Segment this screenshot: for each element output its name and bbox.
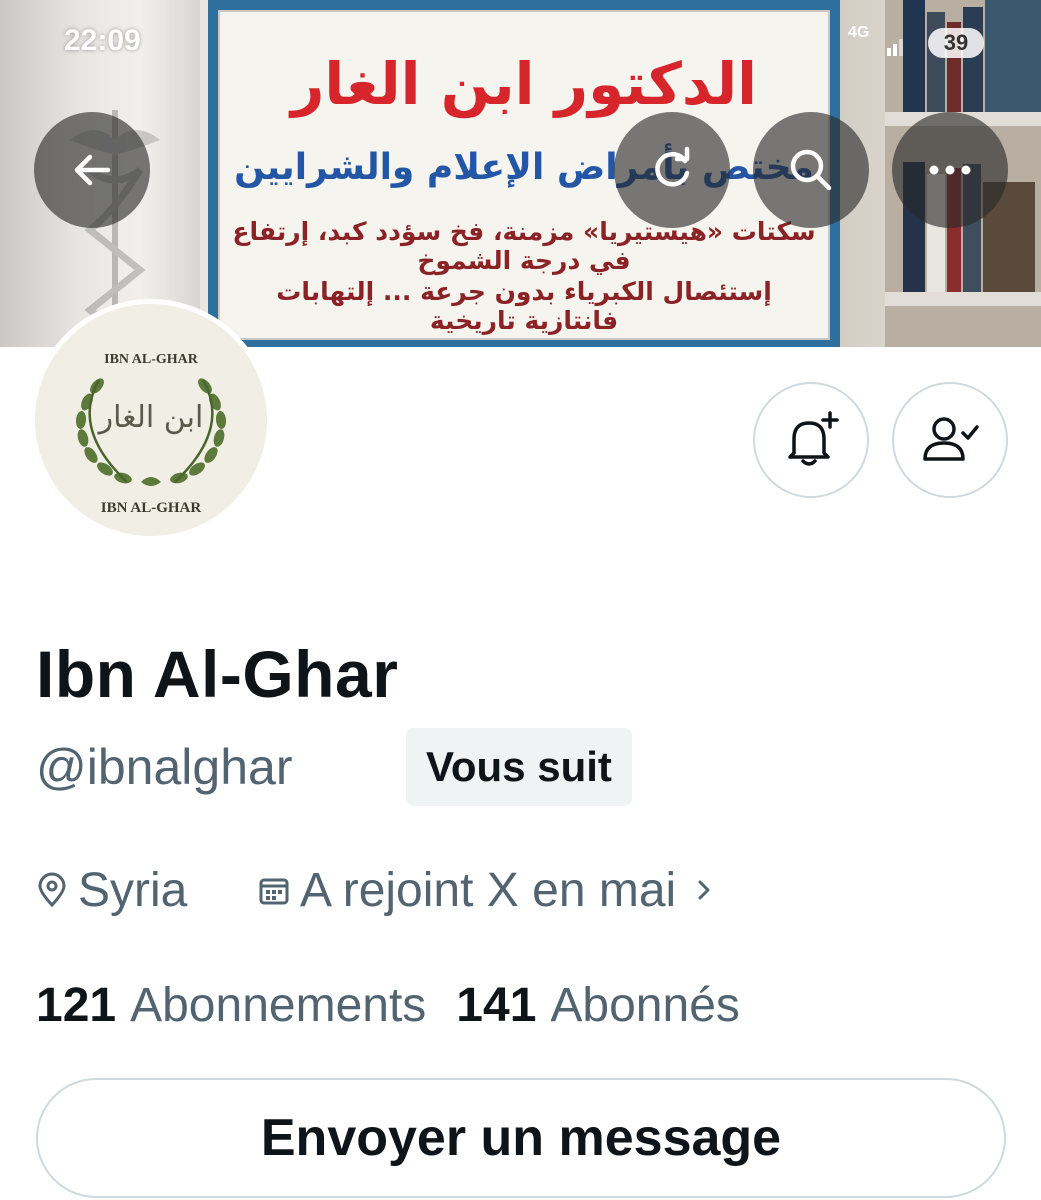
location-pin-icon (38, 872, 66, 908)
followers-label: Abonnés (550, 979, 740, 1032)
refresh-icon (655, 146, 690, 187)
bell-plus-icon (788, 411, 839, 466)
calendar-icon (259, 878, 289, 905)
battery-indicator: 39 (928, 28, 984, 58)
send-message-button[interactable]: Envoyer un message (36, 1078, 1006, 1198)
following-label: Abonnements (130, 979, 427, 1032)
location: Syria (36, 860, 187, 920)
arrow-left-icon (74, 154, 111, 186)
banner-line-3: سكتات «هيستيريا» مزمنة، فخ سؤدد كبد، إرت… (232, 217, 816, 275)
following-link[interactable]: 121 Abonnements (36, 978, 456, 1033)
following-count: 121 (36, 979, 117, 1032)
more-button[interactable] (892, 112, 1008, 228)
avatar[interactable]: IBN AL-GHAR ابن الغار IBN AL-GHAR (30, 299, 272, 541)
location-text: Syria (78, 863, 188, 917)
join-date-text: A rejoint X en mai (300, 863, 677, 917)
banner-signboard: الدكتور ابن الغار مختص بأمراض الإعلام وا… (208, 0, 840, 347)
follows-you-badge: Vous suit (406, 728, 632, 806)
back-button[interactable] (34, 112, 150, 228)
status-time: 22:09 (64, 24, 141, 57)
avatar-center-text: ابن الغار (98, 400, 204, 435)
join-date[interactable]: A rejoint X en mai (258, 860, 728, 920)
more-icon (929, 165, 971, 175)
avatar-bottom-text: IBN AL-GHAR (100, 500, 202, 516)
followers-count: 141 (456, 979, 537, 1032)
banner-headline: الدكتور ابن الغار (290, 50, 758, 118)
person-check-icon (923, 417, 979, 461)
banner-line-4: إستئصال الكبرياء بدون جرعة ... إلتهابات … (276, 277, 772, 335)
display-name: Ibn Al-Ghar (36, 637, 399, 711)
search-button[interactable] (753, 112, 869, 228)
following-button[interactable] (892, 382, 1008, 498)
followers-link[interactable]: 141 Abonnés (456, 978, 770, 1033)
user-handle: @ibnalghar (36, 739, 293, 795)
banner-subtitle: مختص بأمراض الإعلام والشرايين (234, 147, 814, 188)
notify-button[interactable] (753, 382, 869, 498)
search-icon (790, 149, 832, 191)
avatar-top-text: IBN AL-GHAR (104, 352, 198, 367)
signal-icon (887, 39, 903, 56)
network-indicator: 4G (848, 24, 870, 41)
profile-banner: الدكتور ابن الغار مختص بأمراض الإعلام وا… (0, 0, 1041, 347)
follow-stats: 121 Abonnements 141 Abonnés (36, 978, 770, 1033)
refresh-button[interactable] (614, 112, 730, 228)
chevron-right-icon (698, 880, 710, 900)
